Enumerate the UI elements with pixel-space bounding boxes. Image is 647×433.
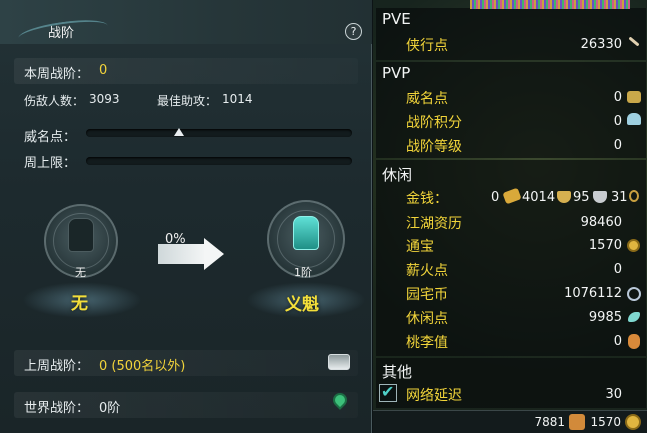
footer-scroll-icon [569,414,585,430]
panel-header: 战阶 ? [0,0,372,49]
leisure-item-value: 0 [613,262,622,277]
leisure-item-value: 1076112 [564,286,622,301]
pvp-section: PVP 威名点 0 战阶积分 0 战阶等级 0 [376,62,646,158]
leisure-item-label: 休闲点 [406,311,448,327]
other-header: 其他 [382,363,413,381]
arrow-right-icon [158,244,206,264]
network-latency-value: 30 [605,387,622,402]
pvp-item-label: 威名点 [406,91,448,107]
weekly-rank-label: 本周战阶： [24,67,90,82]
weekly-rank-value: 0 [99,63,108,78]
leisure-section: 休闲 金钱： 0 4014 95 31 江湖资历 98460 通宝 1570 薪… [376,160,646,356]
coin-icon [625,414,641,430]
kills-value: 3093 [89,92,120,106]
leisure-item-value: 1570 [588,238,622,253]
crystal-icon [627,113,641,125]
pve-item-label: 侠行点 [406,38,448,54]
leisure-item-label: 园宅币 [406,287,448,303]
best-assist-value: 1014 [222,92,253,106]
currency-panel: PVE 侠行点 26330 PVP 威名点 0 战阶积分 0 战阶等级 0 休闲… [373,0,647,433]
money-gold: 4014 [522,190,556,205]
rank-figure-icon [68,218,94,252]
pve-item-value: 26330 [580,37,622,52]
network-latency-checkbox[interactable]: ✔ [379,382,397,402]
pvp-item-value: 0 [613,138,622,153]
leisure-item-label: 江湖资历 [406,216,462,232]
chest-icon[interactable] [328,354,350,370]
gold-ingot-icon [502,187,522,205]
current-rank-level: 无 [75,266,86,279]
next-rank-level: 1阶 [294,266,312,279]
network-latency-label: 网络延迟 [406,388,462,404]
coin-icon [627,239,640,252]
pve-header: PVE [382,10,411,28]
other-section: 其他 网络延迟 30 [376,358,646,408]
pve-section: PVE 侠行点 26330 [376,8,646,60]
leisure-item-label: 薪火点 [406,263,448,279]
wave-icon [628,312,640,322]
weekly-cap-label: 周上限： [24,156,77,171]
swirl-coin-icon [627,287,641,301]
panel-title: 战阶 [48,26,75,41]
leisure-item-label: 桃李值 [406,335,448,351]
leisure-item-label: 通宝 [406,239,434,255]
rank-panel: 战阶 ? 本周战阶： 0 伤敌人数： 3093 最佳助攻： 1014 威名点： … [0,0,372,433]
pvp-header: PVP [382,64,411,82]
leisure-header: 休闲 [382,166,413,184]
pvp-item-value: 0 [613,90,622,105]
sword-icon [628,36,640,47]
leisure-item-value: 0 [613,334,622,349]
money-silver: 95 [573,190,590,205]
current-rank-name: 无 [71,294,88,314]
money-copper: 31 [611,190,628,205]
last-week-rank-value: 0 (500名以外) [99,359,186,374]
world-rank-label: 世界战阶： [24,401,90,416]
copper-coin-icon [629,190,639,202]
leisure-item-value: 9985 [588,310,622,325]
checkmark-icon: ✔ [381,382,395,401]
gold-yuanbao-icon [557,191,571,203]
pvp-item-value: 0 [613,114,622,129]
pvp-item-label: 战阶等级 [406,139,462,155]
top-decoration-stripe [470,0,630,9]
world-rank-value: 0阶 [99,401,121,416]
money-prefix: 0 [491,190,500,205]
pvp-item-label: 战阶积分 [406,115,462,131]
prestige-marker-icon [174,128,185,136]
prestige-label: 威名点： [24,130,77,145]
prestige-progress-bar [86,129,352,137]
leisure-item-value: 98460 [580,215,622,230]
footer-value-1: 7881 [534,415,565,429]
rank-figure-icon [293,216,319,250]
weekly-cap-progress-bar [86,157,352,165]
footer-value-2: 1570 [590,415,621,429]
last-week-rank-label: 上周战阶： [24,359,90,374]
best-assist-label: 最佳助攻： [157,94,218,108]
money-label: 金钱： [406,191,448,207]
gourd-icon [628,334,640,349]
badge-icon [627,91,641,103]
footer-bar: 7881 1570 [373,410,647,433]
help-button[interactable]: ? [345,23,362,40]
silver-yuanbao-icon [593,191,607,203]
next-rank-name: 义魁 [285,295,319,315]
kills-label: 伤敌人数： [24,94,85,108]
